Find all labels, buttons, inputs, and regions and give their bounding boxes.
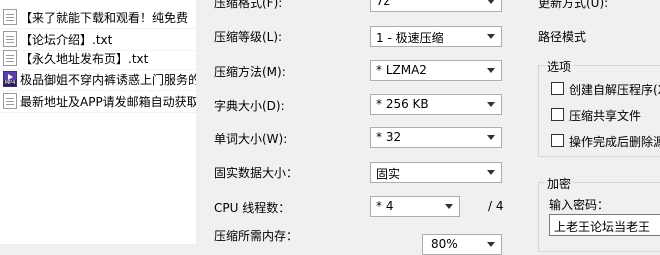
- file-name: 【永久地址发布页】.txt: [20, 51, 149, 66]
- file-name: 【论坛介绍】.txt: [20, 32, 113, 47]
- level-label: 压缩等级(L):: [214, 30, 283, 44]
- encryption-title: 加密: [545, 175, 574, 192]
- password-value: 上老王论坛当老王: [554, 220, 651, 234]
- file-name: 【来了就能下载和观看！纯免费: [20, 10, 189, 25]
- file-row[interactable]: 最新地址及APP请发邮箱自动获取: [0, 90, 196, 113]
- chevron-down-icon: [487, 68, 495, 73]
- file-list: 【来了就能下载和观看！纯免费 【论坛介绍】.txt 【永久地址发布页】.txt …: [0, 0, 196, 244]
- txt-file-icon: [3, 9, 17, 25]
- sfx-checkbox[interactable]: [551, 82, 564, 95]
- chevron-down-icon: [445, 204, 453, 209]
- format-select[interactable]: 7z: [370, 0, 502, 12]
- format-value: 7z: [376, 0, 390, 8]
- solid-value: 固实: [376, 167, 401, 181]
- update-mode-label: 更新方式(U):: [538, 0, 609, 10]
- threads-select[interactable]: * 4: [370, 196, 460, 217]
- method-label: 压缩方法(M):: [214, 65, 286, 79]
- shared-files-label: 压缩共享文件: [569, 109, 642, 123]
- level-select[interactable]: 1 - 极速压缩: [370, 26, 502, 47]
- memory-select[interactable]: 80%: [422, 234, 502, 255]
- options-title: 选项: [545, 58, 574, 75]
- sfx-label: 创建自解压程序(X: [569, 83, 660, 97]
- file-name: 最新地址及APP请发邮箱自动获取: [20, 94, 196, 109]
- format-label: 压缩格式(F):: [214, 0, 283, 10]
- level-value: 1 - 极速压缩: [376, 31, 444, 45]
- dictionary-value: * 256 KB: [376, 97, 429, 111]
- file-name: 极品御姐不穿内裤诱惑上门服务的: [20, 72, 196, 87]
- delete-after-label: 操作完成后删除源: [569, 135, 660, 149]
- dictionary-select[interactable]: * 256 KB: [370, 94, 502, 115]
- chevron-down-icon: [487, 34, 495, 39]
- word-value: * 32: [376, 130, 402, 144]
- txt-file-icon: [3, 50, 17, 66]
- chevron-down-icon: [487, 0, 495, 4]
- memory-value: 80%: [431, 237, 458, 251]
- solid-label: 固实数据大小：: [214, 166, 299, 180]
- password-label: 输入密码：: [549, 198, 610, 212]
- method-value: * LZMA2: [376, 63, 427, 77]
- txt-file-icon: [3, 31, 17, 47]
- archive-settings-dialog: 压缩格式(F): 7z 压缩等级(L): 1 - 极速压缩 压缩方法(M): *…: [196, 0, 660, 255]
- dictionary-label: 字典大小(D):: [214, 99, 285, 113]
- chevron-down-icon: [487, 135, 495, 140]
- word-label: 单词大小(W):: [214, 132, 288, 146]
- file-row[interactable]: MP4 极品御姐不穿内裤诱惑上门服务的: [0, 68, 196, 91]
- chevron-down-icon: [487, 102, 495, 107]
- mp4-file-icon: MP4: [3, 71, 17, 87]
- word-select[interactable]: * 32: [370, 127, 502, 148]
- file-row[interactable]: 【永久地址发布页】.txt: [0, 47, 196, 70]
- file-row[interactable]: 【来了就能下载和观看！纯免费: [0, 6, 196, 29]
- shared-files-checkbox[interactable]: [551, 108, 564, 121]
- chevron-down-icon: [487, 242, 495, 247]
- solid-select[interactable]: 固实: [370, 162, 502, 183]
- threads-max: / 4: [488, 199, 504, 213]
- txt-file-icon: [3, 93, 17, 109]
- mp4-badge: MP4: [4, 80, 16, 86]
- chevron-down-icon: [487, 170, 495, 175]
- password-input[interactable]: 上老王论坛当老王: [549, 214, 660, 236]
- threads-value: * 4: [376, 199, 394, 213]
- threads-label: CPU 线程数：: [214, 201, 291, 215]
- path-mode-label: 路径模式: [538, 30, 587, 44]
- method-select[interactable]: * LZMA2: [370, 60, 502, 81]
- memory-label: 压缩所需内存：: [214, 229, 299, 243]
- delete-after-checkbox[interactable]: [551, 134, 564, 147]
